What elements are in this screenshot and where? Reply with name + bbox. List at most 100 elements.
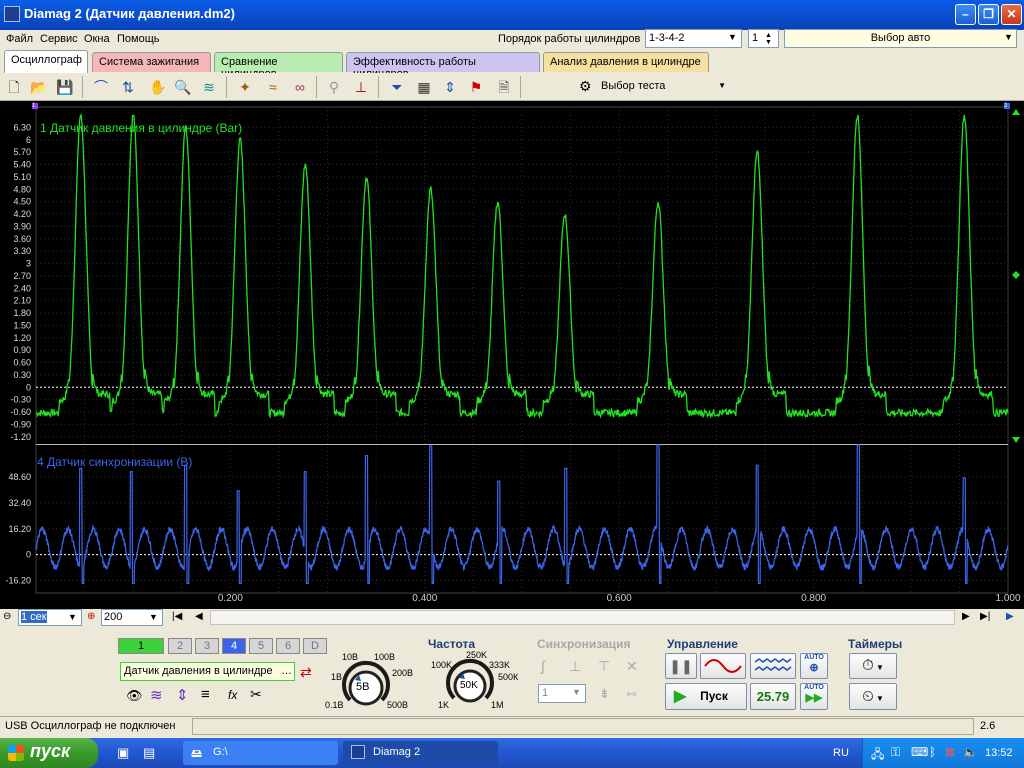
test-select[interactable]: ⚙ Выбор теста ▼ — [575, 77, 730, 97]
zero-offset-icon[interactable]: ⊥ — [350, 76, 372, 98]
pause-button[interactable]: ❚❚ — [665, 653, 697, 679]
vertical-arrows-icon[interactable]: ⇕ — [176, 686, 189, 704]
tools-icon[interactable]: ✂ — [250, 686, 262, 703]
y-tick-label: 16.20 — [8, 524, 31, 534]
cylinder-order-label: Порядок работы цилиндров — [498, 33, 641, 45]
minimize-button[interactable]: – — [955, 4, 976, 25]
save-icon[interactable]: 💾 — [54, 76, 76, 98]
y-tick-label: 4.80 — [13, 184, 31, 194]
taskbar-diamag-label: Diamag 2 — [373, 746, 421, 758]
channel-button-2[interactable]: 2 — [168, 638, 192, 654]
menu-windows[interactable]: Окна — [84, 33, 110, 45]
y-tick-label: -1.20 — [10, 432, 31, 442]
tab-cylinder-efficiency[interactable]: Эффективность работы цилиндров — [346, 52, 540, 80]
cylinder-order-select[interactable]: 1-3-4-2 ▼ — [645, 29, 742, 48]
maximize-button[interactable]: ❐ — [978, 4, 999, 25]
sync-cross-icon[interactable]: ✕ — [626, 658, 638, 675]
open-folder-icon[interactable]: 📂 — [28, 76, 50, 98]
quicklaunch-doc-icon[interactable]: ▤ — [143, 745, 155, 761]
scroll-left-icon[interactable]: ◀ — [195, 611, 203, 622]
swap-icon[interactable]: ⇄ — [300, 664, 312, 681]
lissajous-icon[interactable]: ∞ — [289, 76, 311, 98]
scroll-end-icon[interactable]: ▶| — [980, 611, 990, 622]
cylinder-spinner[interactable]: 1 ▲ ▼ — [748, 29, 779, 48]
y-tick-label: 2.40 — [13, 283, 31, 293]
filter-icon[interactable]: ⏷ — [386, 76, 408, 98]
marker-2[interactable]: 2 — [1004, 103, 1010, 109]
signal-icon[interactable]: ≋ — [198, 76, 220, 98]
sync-step-up-icon[interactable]: ⊥ — [569, 658, 581, 675]
scrollbar-track[interactable] — [210, 610, 955, 625]
tray-volume-icon[interactable]: 🔈 — [963, 745, 978, 759]
sync-channel-select[interactable]: 1 ▼ — [538, 684, 586, 703]
menu-service[interactable]: Сервис — [40, 33, 78, 45]
zoom-out-icon[interactable]: ⊖ — [3, 611, 11, 622]
hand-icon[interactable]: ✋ — [147, 76, 169, 98]
zoom-icon[interactable]: 🔍 — [172, 76, 194, 98]
clock: 13:52 — [985, 747, 1013, 759]
tab-cylinder-compare[interactable]: Сравнение цилиндров — [214, 52, 343, 80]
auto-icon[interactable]: ⚲ — [323, 76, 345, 98]
y-tick-label: 1.50 — [13, 320, 31, 330]
eye-icon[interactable]: 👁 — [126, 688, 143, 704]
channel-button-3[interactable]: 3 — [195, 638, 219, 654]
cursor-arc-icon[interactable]: ⌒ — [90, 76, 112, 98]
channel-button-6[interactable]: 6 — [276, 638, 300, 654]
play-forward-icon[interactable]: ▶ — [1006, 611, 1014, 622]
single-wave-button[interactable] — [700, 653, 746, 679]
multi-wave-button[interactable] — [750, 653, 796, 679]
zoom-in-icon[interactable]: ⊕ — [87, 611, 95, 622]
scroll-right-icon[interactable]: ▶ — [962, 611, 970, 622]
tray-network-icon[interactable]: 🖧 — [871, 745, 884, 766]
tab-pressure-analysis[interactable]: Анализ давления в цилиндре — [543, 52, 709, 72]
start-button[interactable]: ▶ Пуск — [665, 683, 747, 710]
channel-sensor-select[interactable]: Датчик давления в цилиндре … — [120, 662, 295, 681]
channel-button-1[interactable]: 1 — [118, 638, 164, 654]
taskbar-item-diamag[interactable]: Diamag 2 — [343, 741, 498, 765]
oscilloscope-plot[interactable]: 0.200 0.400 0.600 0.800 1.000 6.30 6 5.70 5.40 5.… — [0, 101, 1024, 611]
quicklaunch-app-icon[interactable]: ▣ — [117, 745, 129, 761]
start-button-taskbar[interactable]: пуск — [0, 738, 98, 768]
menu-file[interactable]: Файл — [6, 33, 33, 45]
status-version: 2.6 — [980, 720, 996, 732]
sync-rise-icon[interactable]: ∫ — [541, 658, 545, 674]
tab-oscilloscope[interactable]: Осциллограф — [4, 50, 88, 73]
tray-bluetooth-icon[interactable]: ᛒ — [929, 745, 936, 759]
zoom-select[interactable]: 200 ▼ — [101, 609, 163, 626]
marker-1[interactable]: 1 — [32, 103, 38, 109]
close-button[interactable]: ✕ — [1001, 4, 1022, 25]
function-icon[interactable]: fx — [228, 688, 237, 702]
timer-1-button[interactable]: ⏱ ▼ — [849, 653, 897, 679]
timer-2-button[interactable]: ⏲ ▼ — [849, 683, 897, 710]
waves-icon[interactable]: ≈ — [262, 76, 284, 98]
auto-run-button[interactable]: AUTO ▶▶ — [800, 683, 828, 710]
tray-alert-icon[interactable]: ⊠ — [945, 745, 955, 759]
auto-scale-button[interactable]: AUTO ⊕ — [800, 653, 828, 679]
sync-move-icon[interactable]: ⇿ — [626, 686, 637, 702]
channel-button-d[interactable]: D — [303, 638, 327, 654]
timebase-select[interactable]: 1 сек ▼ — [18, 609, 82, 626]
chevron-down-icon: ▼ — [572, 687, 581, 697]
language-indicator[interactable]: RU — [833, 747, 849, 759]
scroll-start-icon[interactable]: |◀ — [172, 611, 182, 622]
tab-ignition[interactable]: Система зажигания — [92, 52, 211, 72]
channel-button-5[interactable]: 5 — [249, 638, 273, 654]
flag-icon[interactable]: ⚑ — [465, 76, 487, 98]
window-title: Diamag 2 (Датчик давления.dm2) — [24, 6, 235, 21]
lines-icon[interactable]: ≡ — [201, 686, 210, 703]
cursor-vertical-icon[interactable]: ⇅ — [117, 76, 139, 98]
tray-device-icon[interactable]: ⌨ — [911, 745, 928, 759]
notes-icon[interactable]: 🗎 — [493, 76, 515, 98]
vehicle-select[interactable]: Выбор авто ▼ — [784, 29, 1017, 48]
taskbar-item-drive[interactable]: 🖴 G:\ — [183, 741, 338, 765]
channel-button-4[interactable]: 4 — [222, 638, 246, 654]
cross-icon[interactable]: ✦ — [234, 76, 256, 98]
grid-icon[interactable]: ▦ — [413, 76, 435, 98]
sync-step-down-icon[interactable]: ⊤ — [598, 658, 610, 675]
sync-level-icon[interactable]: ⇟ — [599, 686, 610, 702]
split-icon[interactable]: ⇕ — [439, 76, 461, 98]
new-file-icon[interactable]: 🗋 — [3, 76, 25, 98]
menu-help[interactable]: Помощь — [117, 33, 160, 45]
waveform-icon[interactable]: ≋ — [150, 686, 163, 704]
tray-key-icon[interactable]: ⚿ — [891, 745, 900, 760]
